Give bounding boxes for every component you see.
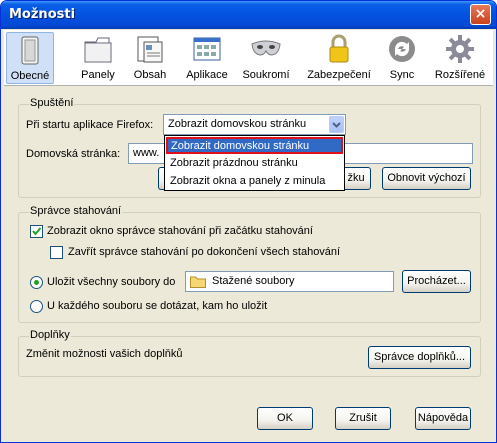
- title-bar[interactable]: Možnosti ×: [1, 1, 496, 29]
- manage-addons-button[interactable]: Správce doplňků...: [368, 346, 471, 369]
- addons-group-title: Doplňky: [29, 329, 71, 341]
- use-bookmark-button[interactable]: žku: [341, 167, 371, 190]
- tab-label: Sync: [389, 69, 415, 81]
- downloads-group-title: Správce stahování: [29, 205, 123, 217]
- homepage-label: Domovská stránka:: [26, 148, 121, 160]
- ask-location-radio[interactable]: [30, 300, 43, 313]
- show-manager-checkbox[interactable]: [30, 225, 43, 238]
- gear-icon: [444, 33, 476, 65]
- tab-tabs[interactable]: Panely: [74, 32, 122, 84]
- tab-label: Aplikace: [186, 69, 228, 81]
- cancel-button[interactable]: Zrušit: [335, 407, 391, 430]
- download-folder-field[interactable]: Stažené soubory: [185, 271, 394, 292]
- restore-default-button[interactable]: Obnovit výchozí: [382, 167, 471, 190]
- padlock-icon: [323, 33, 355, 65]
- startup-group-title: Spuštění: [29, 97, 75, 109]
- addons-description: Změnit možnosti vašich doplňků: [26, 348, 183, 360]
- startup-label: Při startu aplikace Firefox:: [26, 119, 154, 131]
- save-to-label: Uložit všechny soubory do: [47, 276, 176, 288]
- help-button[interactable]: Nápověda: [415, 407, 471, 430]
- save-to-radio[interactable]: [30, 276, 43, 289]
- privacy-mask-icon: [250, 33, 282, 65]
- tab-label: Obecné: [10, 70, 50, 82]
- tab-label: Panely: [81, 69, 115, 81]
- close-manager-label: Zavřít správce stahování po dokončení vš…: [68, 246, 341, 258]
- show-manager-label: Zobrazit okno správce stahování při začá…: [47, 225, 313, 237]
- tab-advanced[interactable]: Rozšířené: [432, 32, 488, 84]
- tab-sync[interactable]: Sync: [385, 32, 419, 84]
- startup-dropdown-list: Zobrazit domovskou stránku Zobrazit práz…: [164, 135, 345, 191]
- tab-applications[interactable]: Aplikace: [182, 32, 232, 84]
- ok-button[interactable]: OK: [257, 407, 313, 430]
- dropdown-option[interactable]: Zobrazit domovskou stránku: [166, 137, 343, 154]
- tab-privacy[interactable]: Soukromí: [241, 32, 291, 84]
- window-title: Možnosti: [9, 7, 76, 22]
- chevron-down-icon[interactable]: [329, 116, 344, 133]
- tab-general[interactable]: Obecné: [6, 32, 54, 84]
- browse-button[interactable]: Procházet...: [402, 270, 471, 293]
- tabs-icon: [82, 33, 114, 65]
- folder-icon: [190, 275, 206, 291]
- content-icon: [134, 33, 166, 65]
- close-manager-checkbox[interactable]: [50, 246, 63, 259]
- dropdown-option[interactable]: Zobrazit okna a panely z minula: [166, 173, 343, 190]
- general-icon: [14, 34, 46, 66]
- startup-select[interactable]: Zobrazit domovskou stránku: [163, 114, 346, 135]
- radio-selected-dot: [34, 280, 39, 285]
- tab-label: Zabezpečení: [307, 69, 371, 81]
- tab-label: Obsah: [133, 69, 167, 81]
- applications-icon: [191, 33, 223, 65]
- options-dialog: Možnosti × Obecné Panely Obsah Aplikace …: [0, 0, 497, 443]
- ask-location-label: U každého souboru se dotázat, kam ho ulo…: [47, 300, 268, 312]
- tab-security[interactable]: Zabezpečení: [305, 32, 373, 84]
- category-toolbar: Obecné Panely Obsah Aplikace Soukromí Za…: [4, 30, 493, 86]
- folder-name: Stažené soubory: [212, 275, 295, 287]
- tab-label: Rozšířené: [434, 69, 486, 81]
- startup-select-value: Zobrazit domovskou stránku: [168, 118, 307, 130]
- sync-icon: [386, 33, 418, 65]
- tab-content[interactable]: Obsah: [129, 32, 171, 84]
- dropdown-option[interactable]: Zobrazit prázdnou stránku: [166, 155, 343, 172]
- close-button[interactable]: ×: [470, 4, 491, 25]
- tab-label: Soukromí: [242, 69, 290, 81]
